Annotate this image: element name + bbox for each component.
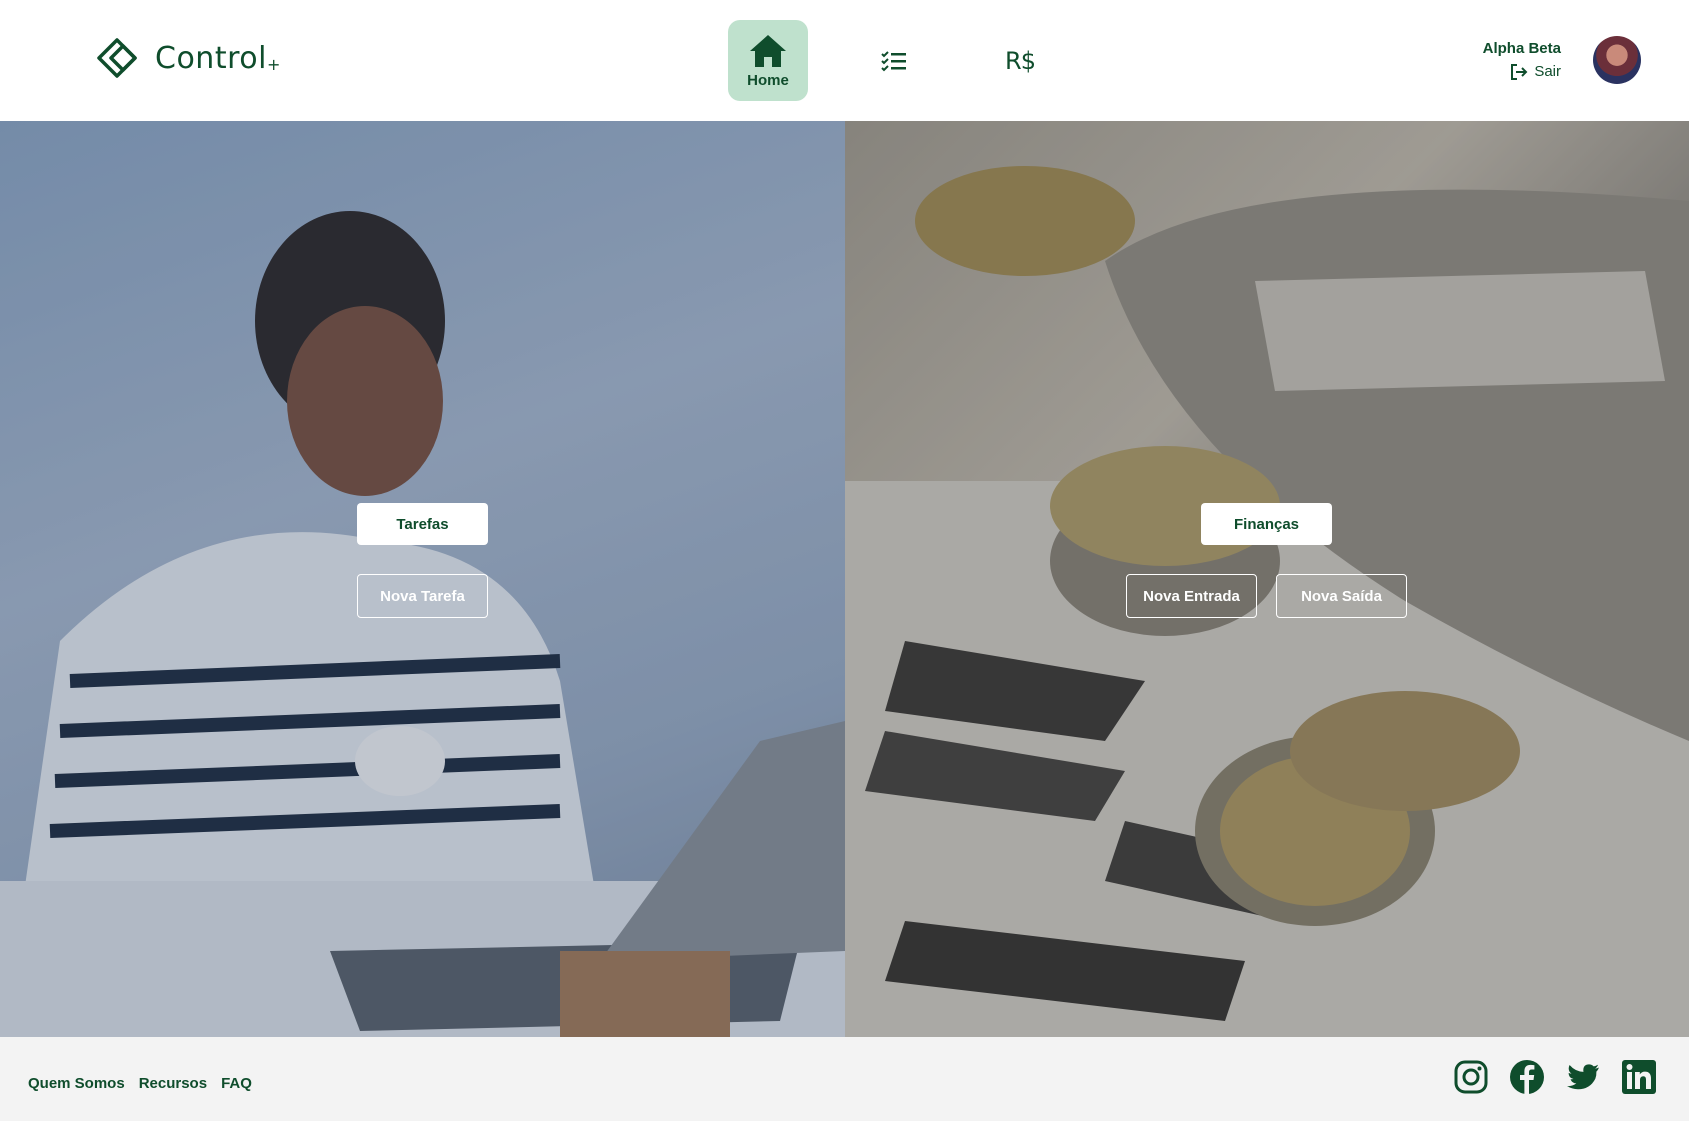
footer-links: Quem Somos Recursos FAQ bbox=[28, 1075, 252, 1092]
footer-link-about[interactable]: Quem Somos bbox=[28, 1075, 125, 1092]
finance-button[interactable]: Finanças bbox=[1201, 503, 1332, 545]
twitter-icon[interactable] bbox=[1565, 1059, 1601, 1095]
new-task-button[interactable]: Nova Tarefa bbox=[357, 574, 488, 618]
main-nav: Home R$ bbox=[728, 20, 1060, 101]
finance-panel: Finanças Nova Entrada Nova Saída bbox=[845, 121, 1689, 1037]
linkedin-icon[interactable] bbox=[1621, 1059, 1657, 1095]
tasks-panel: Tarefas Nova Tarefa bbox=[0, 121, 845, 1037]
footer-link-resources[interactable]: Recursos bbox=[139, 1075, 207, 1092]
user-area: Alpha Beta Sair bbox=[1483, 36, 1641, 84]
nav-home-label: Home bbox=[747, 71, 789, 89]
new-income-button[interactable]: Nova Entrada bbox=[1126, 574, 1257, 618]
logout-label: Sair bbox=[1534, 63, 1561, 80]
facebook-icon[interactable] bbox=[1509, 1059, 1545, 1095]
footer: Quem Somos Recursos FAQ bbox=[0, 1037, 1689, 1121]
brand-name: Control+ bbox=[155, 40, 281, 76]
new-expense-button[interactable]: Nova Saída bbox=[1276, 574, 1407, 618]
diamond-logo-icon bbox=[97, 38, 137, 78]
instagram-icon[interactable] bbox=[1453, 1059, 1489, 1095]
finance-overlay bbox=[845, 121, 1689, 1037]
nav-finance[interactable]: R$ bbox=[980, 20, 1060, 101]
house-icon bbox=[750, 34, 786, 67]
user-name: Alpha Beta bbox=[1482, 40, 1561, 57]
brand-logo[interactable]: Control+ bbox=[95, 36, 281, 80]
tasks-button[interactable]: Tarefas bbox=[357, 503, 488, 545]
logout-icon bbox=[1511, 63, 1528, 80]
nav-tasks[interactable] bbox=[854, 20, 934, 101]
nav-home[interactable]: Home bbox=[728, 20, 808, 101]
footer-link-faq[interactable]: FAQ bbox=[221, 1075, 252, 1092]
logout-button[interactable]: Sair bbox=[1483, 63, 1561, 80]
social-links bbox=[1453, 1059, 1657, 1095]
checklist-icon bbox=[881, 50, 906, 71]
top-header: Control+ Home R$ Alpha Beta Sair bbox=[0, 0, 1689, 121]
user-info: Alpha Beta Sair bbox=[1483, 40, 1561, 80]
currency-icon: R$ bbox=[1005, 46, 1036, 75]
avatar[interactable] bbox=[1593, 36, 1641, 84]
